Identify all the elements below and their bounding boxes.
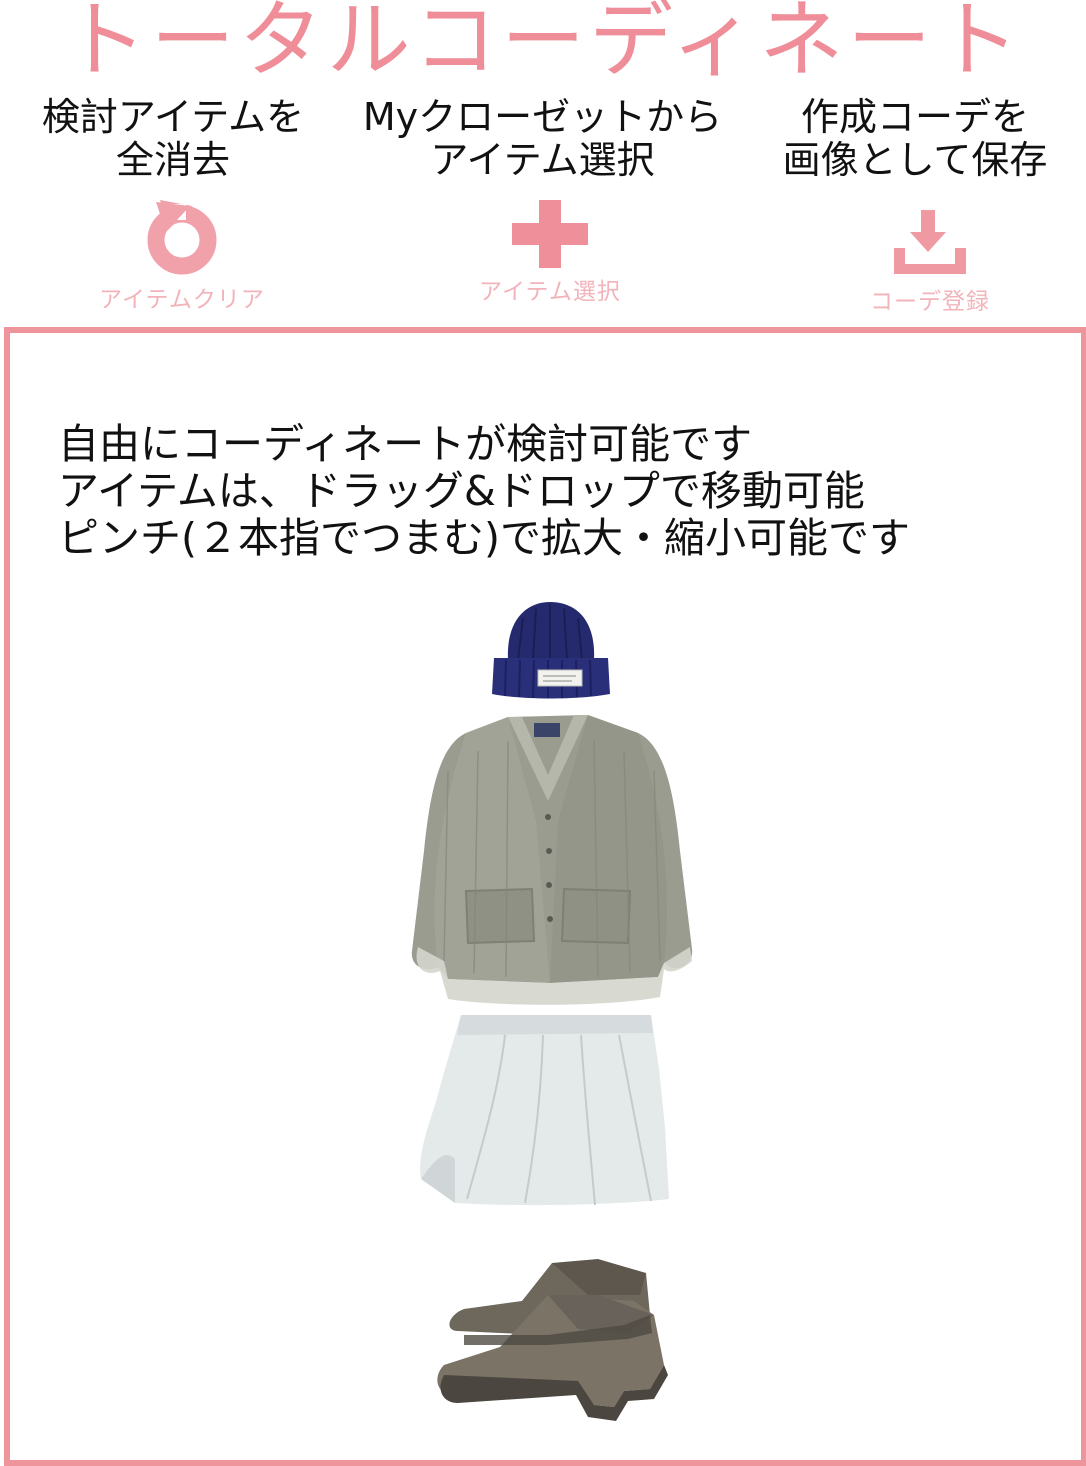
instruction-line-2: アイテムは、ドラッグ&ドロップで移動可能 <box>58 467 865 515</box>
help-save-line-2: 画像として保存 <box>782 138 1048 182</box>
boots-item[interactable] <box>428 1255 673 1455</box>
help-select-line-1: Myクローゼットから <box>362 95 723 139</box>
canvas-instructions: 自由にコーディネートが検討可能です アイテムは、ドラッグ&ドロップで移動可能 ピ… <box>58 421 910 562</box>
help-clear-line-1: 検討アイテムを <box>41 95 305 139</box>
refresh-icon <box>147 200 217 275</box>
help-clear: 検討アイテムを 全消去 <box>18 96 328 182</box>
skirt-item[interactable] <box>415 1009 670 1209</box>
cardigan-item[interactable] <box>408 711 704 1009</box>
item-clear-button[interactable]: アイテムクリア <box>62 200 302 314</box>
item-select-label: アイテム選択 <box>479 279 621 305</box>
help-save: 作成コーデを 画像として保存 <box>760 96 1070 182</box>
item-select-button[interactable]: アイテム選択 <box>450 200 650 306</box>
plus-icon <box>512 200 588 268</box>
page-title: トータルコーディネート <box>62 0 1024 89</box>
help-select: Myクローゼットから アイテム選択 <box>345 96 740 182</box>
download-icon <box>894 210 966 274</box>
coordinate-canvas[interactable]: 自由にコーディネートが検討可能です アイテムは、ドラッグ&ドロップで移動可能 ピ… <box>4 327 1086 1466</box>
help-save-line-1: 作成コーデを <box>800 95 1029 139</box>
beanie-item[interactable] <box>488 598 613 703</box>
save-coordinate-label: コーデ登録 <box>870 289 990 315</box>
help-select-line-2: アイテム選択 <box>430 138 655 182</box>
instruction-line-3: ピンチ(２本指でつまむ)で拡大・縮小可能です <box>58 514 910 562</box>
help-clear-line-2: 全消去 <box>115 138 230 182</box>
save-coordinate-button[interactable]: コーデ登録 <box>830 208 1030 316</box>
instruction-line-1: 自由にコーディネートが検討可能です <box>58 420 753 468</box>
item-clear-label: アイテムクリア <box>99 287 265 313</box>
